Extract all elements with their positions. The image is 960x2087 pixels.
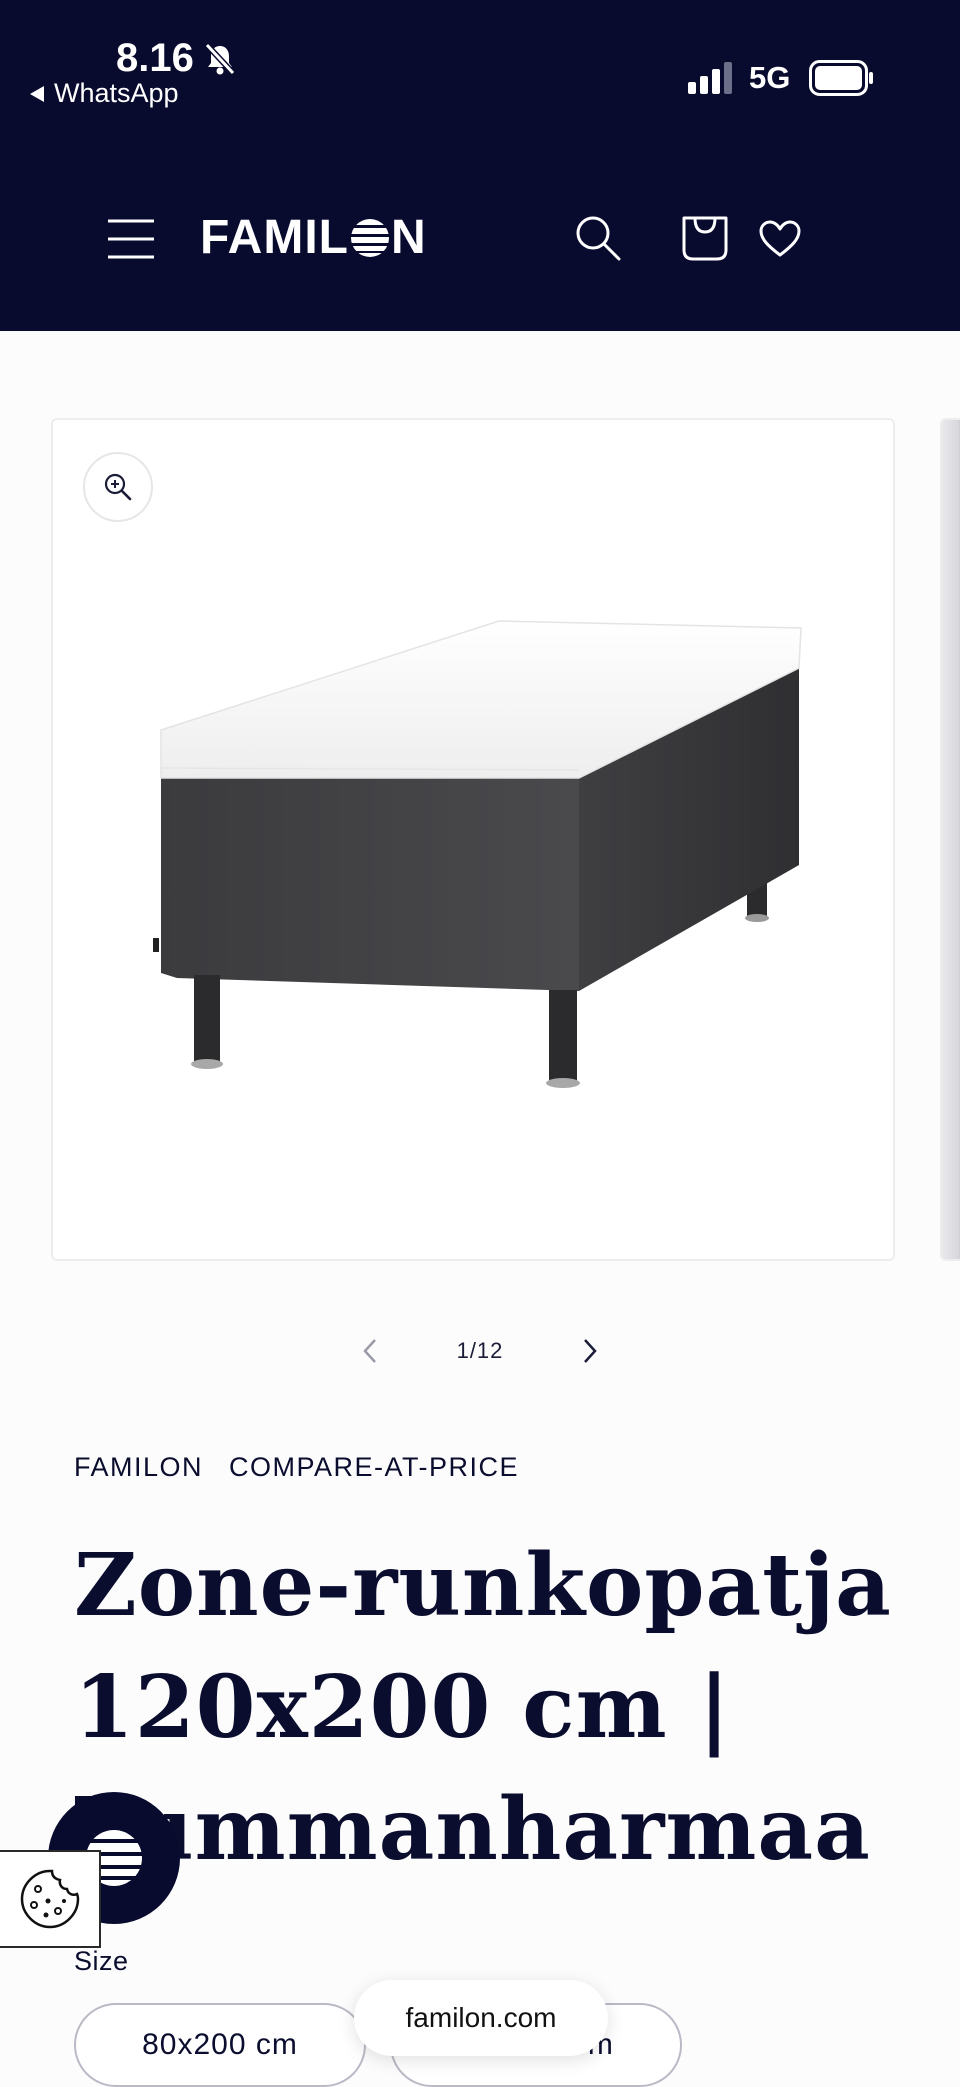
browser-url-bar[interactable]: familon.com: [354, 1980, 608, 2056]
vendor-tag: COMPARE-AT-PRICE: [229, 1452, 520, 1482]
gallery-pagination: 1/12: [360, 1330, 600, 1372]
status-time: 8.16: [116, 36, 194, 80]
battery-icon: [809, 60, 873, 96]
signal-icon: [688, 62, 732, 94]
back-arrow-icon: [30, 85, 44, 102]
cookie-icon: [20, 1869, 79, 1929]
cookie-settings-button[interactable]: [0, 1850, 101, 1948]
previous-slide-icon[interactable]: [360, 1336, 380, 1366]
logo-text-end: N: [390, 211, 427, 264]
zoom-in-icon: [104, 473, 132, 501]
product-image-bed: [153, 620, 802, 1088]
back-to-app-link[interactable]: WhatsApp: [30, 78, 179, 109]
next-slide-icon[interactable]: [580, 1336, 600, 1366]
hamburger-menu-icon[interactable]: [108, 218, 154, 260]
product-vendor-row: FAMILON COMPARE-AT-PRICE: [74, 1452, 519, 1483]
logo-sun-icon: [350, 218, 389, 257]
vendor-name: FAMILON: [74, 1452, 204, 1482]
product-title-line-1: Zone-runkopatja: [74, 1535, 892, 1636]
product-gallery-slide[interactable]: [51, 418, 895, 1261]
search-icon[interactable]: [574, 214, 622, 262]
size-option-80x200[interactable]: 80x200 cm: [74, 2003, 366, 2087]
cart-bag-icon[interactable]: [680, 212, 730, 262]
zoom-button[interactable]: [83, 452, 153, 522]
muted-bell-icon: [204, 42, 236, 76]
site-header: 8.16 WhatsApp 5G FAMIL N: [0, 0, 960, 331]
logo-text-start: FAMIL: [200, 211, 349, 264]
product-title: Zone-runkopatja 120x200 cm | Tummanharma…: [74, 1525, 904, 1891]
network-type: 5G: [749, 60, 791, 95]
slide-counter: 1/12: [456, 1338, 504, 1363]
product-title-line-2: 120x200 cm |: [74, 1657, 731, 1758]
size-label: Size: [74, 1946, 129, 1976]
wishlist-heart-icon[interactable]: [758, 220, 802, 258]
next-gallery-slide[interactable]: [940, 418, 960, 1261]
product-title-line-3: Tummanharmaa: [74, 1779, 871, 1880]
back-app-label: WhatsApp: [54, 78, 179, 108]
familon-logo[interactable]: FAMIL N: [200, 210, 427, 265]
